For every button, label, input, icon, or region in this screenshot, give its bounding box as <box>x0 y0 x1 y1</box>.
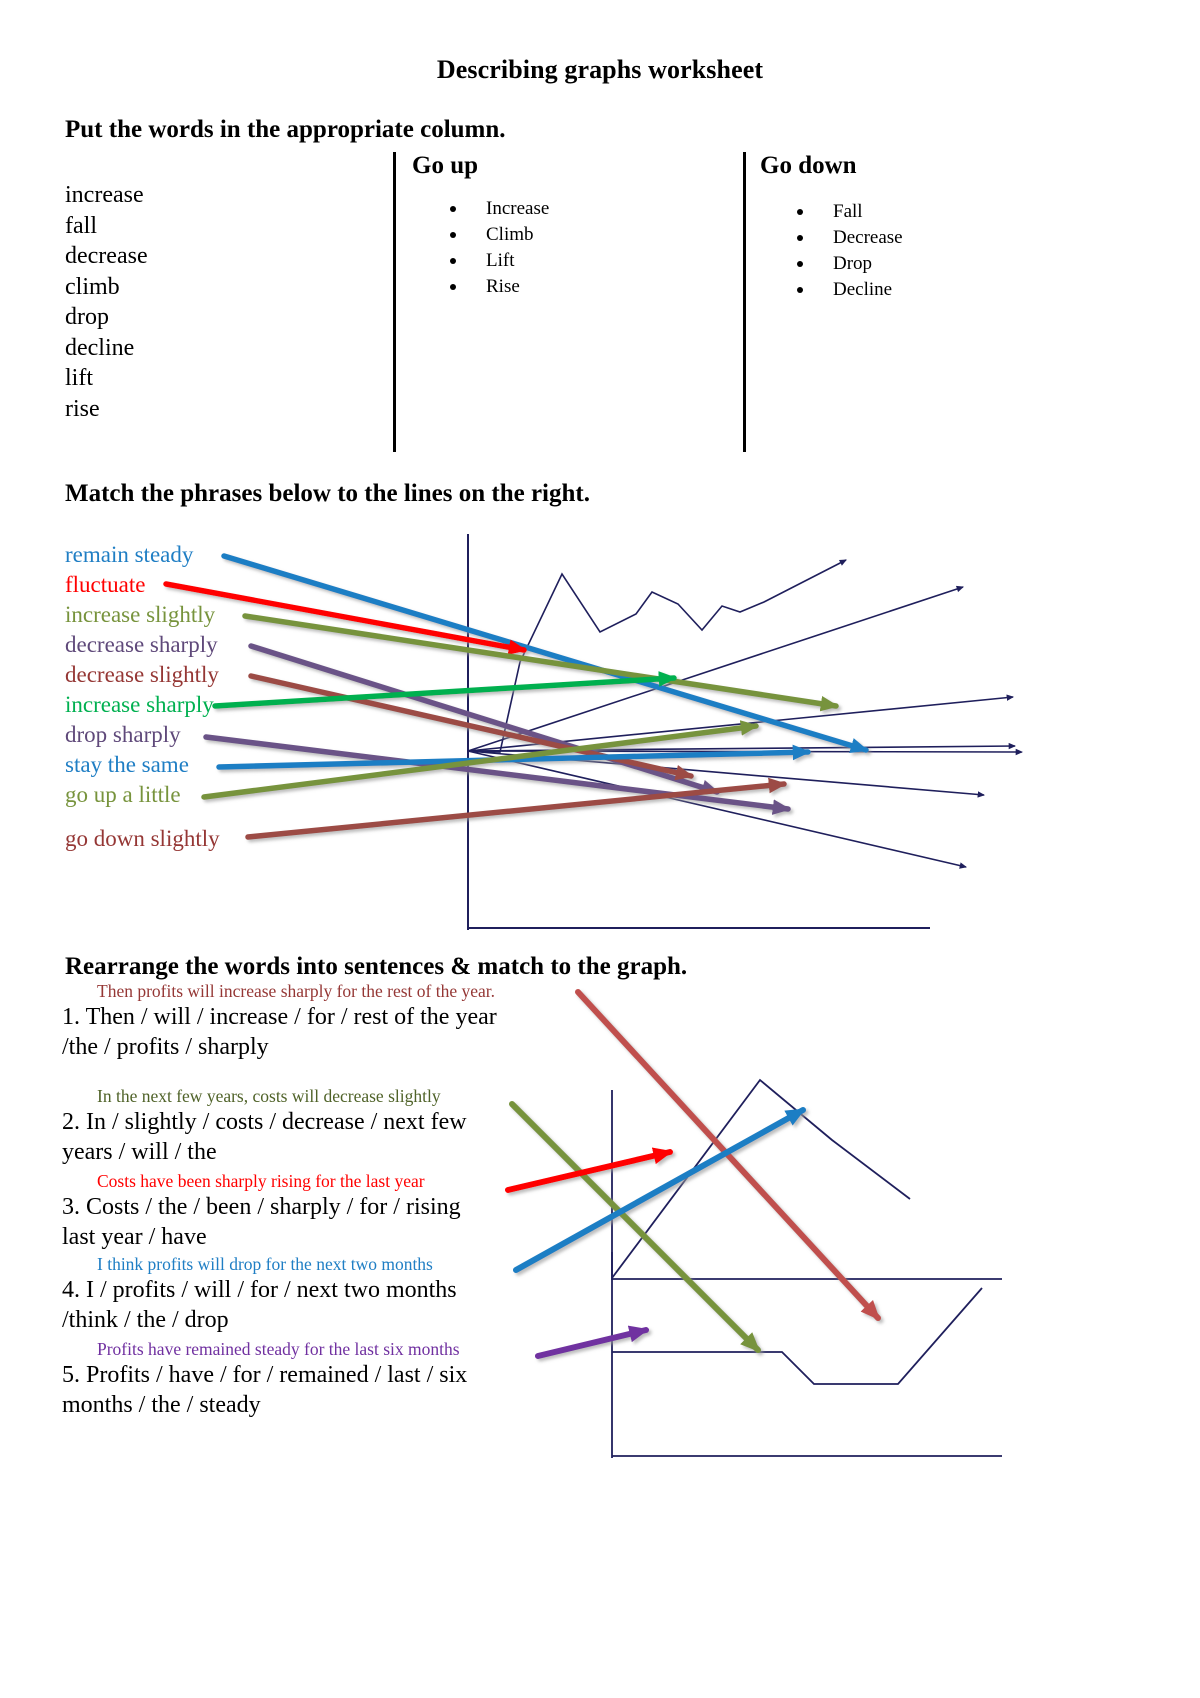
trendline-increase <box>467 694 1015 752</box>
section1-heading: Put the words in the appropriate column. <box>65 116 506 143</box>
sentence-block: I think profits will drop for the next t… <box>62 1253 457 1335</box>
list-item: Drop <box>797 251 903 277</box>
column-heading-go-down: Go down <box>760 152 857 179</box>
connector-go-up-a-little <box>201 720 759 800</box>
sentence-scramble-line: /think / the / drop <box>62 1307 229 1333</box>
phrase-item: drop sharply <box>65 722 181 747</box>
phrase-item: stay the same <box>65 752 189 777</box>
trendline-decrease-sharply <box>467 750 968 869</box>
sentence-scramble-line: 2. In / slightly / costs / decrease / ne… <box>62 1109 467 1135</box>
lower-trendline-steady-drop-rise <box>612 1287 983 1385</box>
word-item: climb <box>65 273 120 300</box>
word-item: decrease <box>65 243 148 269</box>
sentence-answer: I think profits will drop for the next t… <box>97 1254 433 1274</box>
connector-decrease-sharply <box>248 643 720 795</box>
phrase-item: go down slightly <box>65 826 220 851</box>
phrase-item: increase slightly <box>65 602 216 627</box>
match-graph-axes <box>467 534 930 930</box>
list-item: Increase <box>450 196 549 222</box>
connector-sentence-1 <box>575 989 881 1321</box>
trendline-decrease-slightly <box>467 750 986 798</box>
word-item: increase <box>65 182 144 208</box>
connector-stay-the-same <box>216 744 811 770</box>
go-down-list: Fall Decrease Drop Decline <box>797 199 903 303</box>
match-graph-trendlines <box>467 559 1024 869</box>
sentence-graph-lower <box>611 1252 1002 1458</box>
connector-increase-slightly <box>242 613 839 712</box>
trendline-increase-slightly <box>467 742 1017 752</box>
list-item: Climb <box>450 222 549 248</box>
connector-increase-sharply <box>212 671 677 709</box>
sentence-scramble-line: /the / profits / sharply <box>62 1034 269 1060</box>
go-up-list: Increase Climb Lift Rise <box>450 196 549 300</box>
trendline-fluctuate <box>467 559 847 753</box>
connector-go-down-slightly <box>245 777 787 840</box>
sentence-answer: Then profits will increase sharply for t… <box>97 981 495 1001</box>
connector-remain-steady <box>221 553 869 754</box>
sentence-answer: In the next few years, costs will decrea… <box>97 1086 441 1106</box>
phrase-item: decrease sharply <box>65 632 218 657</box>
trendline-remain-steady <box>467 748 1024 756</box>
phrase-item: remain steady <box>65 542 194 567</box>
column-heading-go-up: Go up <box>412 152 479 179</box>
sentence-answer: Profits have remained steady for the las… <box>97 1339 460 1359</box>
sentence-answer: Costs have been sharply rising for the l… <box>97 1171 425 1191</box>
phrase-list: remain steady fluctuate increase slightl… <box>65 540 220 854</box>
sentence-block: Costs have been sharply rising for the l… <box>62 1170 461 1252</box>
sentence-scramble-line: 3. Costs / the / been / sharply / for / … <box>62 1194 461 1220</box>
section3-heading: Rearrange the words into sentences & mat… <box>65 953 688 980</box>
trendline-increase-sharply <box>467 585 964 752</box>
column-divider-right <box>743 152 746 452</box>
connector-decrease-slightly <box>248 673 694 781</box>
match-graph-connectors <box>163 553 869 840</box>
list-item: Rise <box>450 274 549 300</box>
connector-drop-sharply <box>203 734 791 815</box>
page-title: Describing graphs worksheet <box>436 55 764 84</box>
sentence-scramble-line: 4. I / profits / will / for / next two m… <box>62 1277 457 1303</box>
sentence-block: Then profits will increase sharply for t… <box>62 980 497 1062</box>
sentence-scramble-line: months / the / steady <box>62 1392 261 1418</box>
word-item: decline <box>65 334 135 361</box>
list-item: Decline <box>797 277 903 303</box>
phrase-item: fluctuate <box>65 572 146 597</box>
sentence-graph-upper <box>611 1078 1002 1280</box>
sentence-scramble-line: 1. Then / will / increase / for / rest o… <box>62 1004 497 1030</box>
sentence-graph-connectors <box>505 989 881 1359</box>
word-item: fall <box>65 212 97 239</box>
list-item: Fall <box>797 199 903 225</box>
phrase-item: increase sharply <box>65 692 214 717</box>
phrase-item: decrease slightly <box>65 662 219 687</box>
list-item: Decrease <box>797 225 903 251</box>
connector-sentence-3 <box>505 1147 674 1193</box>
word-item: drop <box>65 304 109 330</box>
sentence-block: In the next few years, costs will decrea… <box>62 1085 467 1167</box>
worksheet-page: Describing graphs worksheet Put the word… <box>0 0 1200 1698</box>
sentence-block: Profits have remained steady for the las… <box>62 1338 467 1420</box>
connector-fluctuate <box>163 581 527 655</box>
word-item: lift <box>65 365 93 391</box>
sentence-scramble-line: 5. Profits / have / for / remained / las… <box>62 1362 468 1388</box>
phrase-item: go up a little <box>65 782 181 807</box>
list-item: Lift <box>450 248 549 274</box>
word-item: rise <box>65 395 100 422</box>
word-bank: increase fall decrease climb drop declin… <box>65 180 148 424</box>
connector-sentence-5 <box>535 1325 650 1359</box>
column-divider-left <box>393 152 396 452</box>
connector-sentence-4 <box>513 1107 806 1273</box>
connector-sentence-2 <box>509 1101 761 1353</box>
sentence-scramble-line: years / will / the <box>62 1139 217 1165</box>
section2-heading: Match the phrases below to the lines on … <box>65 480 590 507</box>
sentence-scramble-line: last year / have <box>62 1224 207 1250</box>
upper-trendline-rise-then-fall <box>611 1078 911 1279</box>
